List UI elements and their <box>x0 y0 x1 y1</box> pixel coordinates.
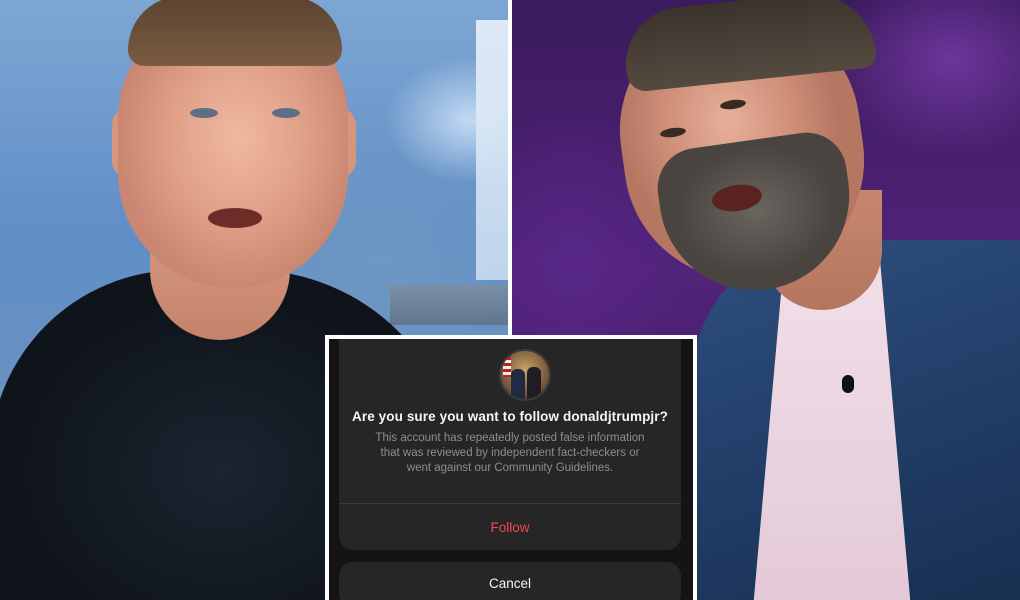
flag-icon <box>503 357 511 377</box>
avatar-figure <box>527 367 541 399</box>
dialog-screen: Are you sure you want to follow donaldjt… <box>329 339 693 600</box>
cancel-button[interactable]: Cancel <box>339 562 681 600</box>
background-window <box>476 20 508 280</box>
left-person-hair <box>128 0 342 66</box>
dialog-screenshot-frame: Are you sure you want to follow donaldjt… <box>325 335 697 600</box>
dialog-message: This account has repeatedly posted false… <box>375 432 645 474</box>
follow-confirmation-sheet: Are you sure you want to follow donaldjt… <box>339 339 681 550</box>
follow-button[interactable]: Follow <box>339 504 681 550</box>
left-person-eye <box>272 108 300 118</box>
avatar-figure <box>511 369 525 399</box>
left-person-mouth <box>208 208 262 228</box>
left-person-eye <box>190 108 218 118</box>
lapel-microphone <box>842 375 854 393</box>
background-shelf <box>390 285 508 325</box>
dialog-title: Are you sure you want to follow donaldjt… <box>352 409 668 424</box>
profile-avatar <box>499 349 551 401</box>
collage: Are you sure you want to follow donaldjt… <box>0 0 1020 600</box>
